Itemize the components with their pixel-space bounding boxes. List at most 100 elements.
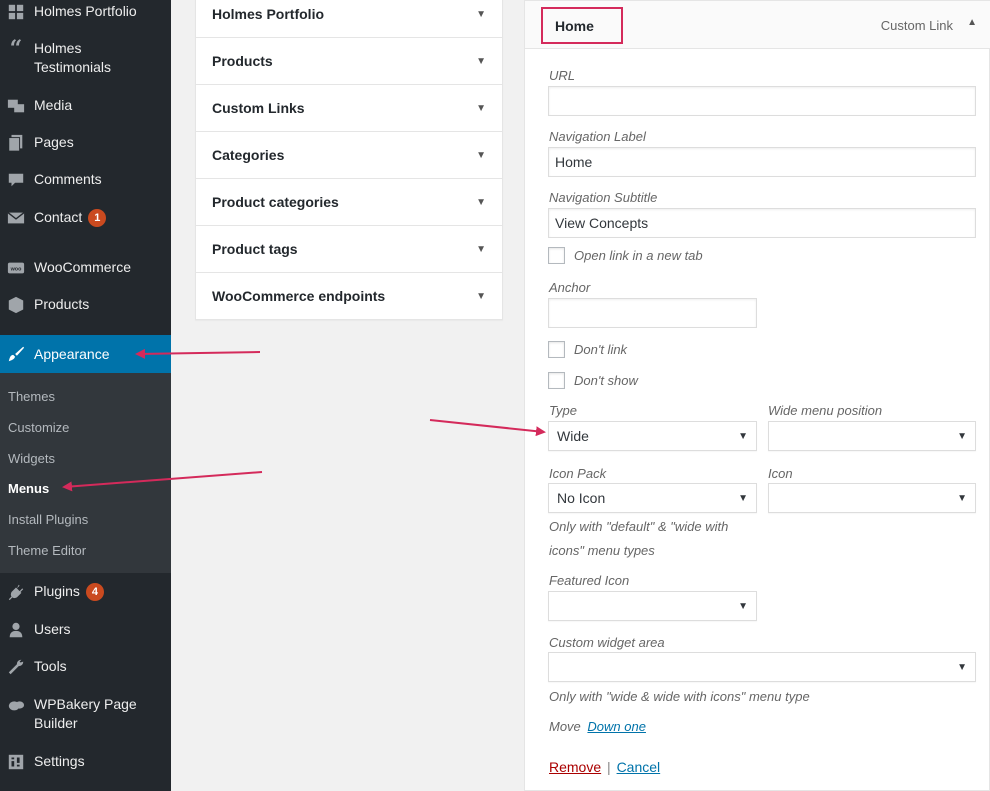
sidebar-item-wpbakery[interactable]: WPBakery Page Builder bbox=[0, 695, 171, 733]
menu-item-header[interactable]: Home Custom Link ▲ bbox=[525, 1, 990, 49]
navigation-label-input[interactable] bbox=[548, 147, 976, 177]
sidebar-item-appearance[interactable]: Appearance bbox=[0, 335, 171, 373]
sidebar-item-label: Holmes Testimonials bbox=[34, 40, 112, 75]
settings-icon bbox=[6, 752, 26, 772]
wide-menu-position-label: Wide menu position bbox=[768, 403, 883, 418]
sidebar-item-label: Contact 1 bbox=[34, 208, 107, 227]
chevron-down-icon: ▼ bbox=[476, 243, 486, 255]
svg-text:woo: woo bbox=[10, 266, 22, 272]
icon-pack-note: Only with "default" & "wide with icons" … bbox=[549, 515, 728, 563]
sidebar-item-label: Comments bbox=[34, 171, 102, 187]
submenu-menus[interactable]: Menus bbox=[8, 480, 49, 497]
chevron-down-icon: ▼ bbox=[476, 8, 486, 20]
sidebar-item-tools[interactable]: Tools bbox=[0, 657, 171, 677]
sidebar-item-label: Tools bbox=[34, 658, 67, 674]
custom-widget-area-select[interactable]: ▼ bbox=[548, 652, 976, 682]
wrench-icon bbox=[6, 657, 26, 677]
accordion-title: Products bbox=[212, 53, 273, 69]
chevron-down-icon: ▼ bbox=[476, 102, 486, 114]
cancel-link[interactable]: Cancel bbox=[617, 759, 661, 775]
dont-link-option[interactable]: Don't link bbox=[548, 341, 627, 358]
icon-pack-select[interactable]: No Icon ▼ bbox=[548, 483, 757, 513]
menu-item-type: Custom Link bbox=[880, 18, 953, 33]
accordion-title: Holmes Portfolio bbox=[212, 6, 325, 22]
sidebar-item-label: WooCommerce bbox=[34, 259, 131, 275]
chevron-down-icon: ▼ bbox=[738, 430, 748, 442]
woo-icon: woo bbox=[6, 258, 26, 278]
sidebar-item-contact[interactable]: Contact 1 bbox=[0, 208, 171, 228]
sidebar-item-plugins[interactable]: Plugins 4 bbox=[0, 582, 171, 602]
navigation-subtitle-input[interactable] bbox=[548, 208, 976, 238]
chevron-up-icon[interactable]: ▲ bbox=[967, 17, 977, 28]
type-select[interactable]: Wide ▼ bbox=[548, 421, 757, 451]
dont-show-option[interactable]: Don't show bbox=[548, 372, 638, 389]
sidebar-item-settings[interactable]: Settings bbox=[0, 752, 171, 772]
chevron-down-icon: ▼ bbox=[957, 661, 967, 673]
accordion-section-product-tags[interactable]: Product tags ▼ bbox=[196, 226, 502, 273]
dont-show-label: Don't show bbox=[574, 373, 638, 388]
sidebar-item-holmes-portfolio[interactable]: Holmes Portfolio bbox=[0, 2, 171, 22]
sidebar-item-label: Holmes Portfolio bbox=[34, 3, 137, 19]
quote-icon: “ bbox=[9, 35, 23, 62]
sidebar-item-label: Users bbox=[34, 621, 71, 637]
dont-link-checkbox[interactable] bbox=[548, 341, 565, 358]
navigation-subtitle-label: Navigation Subtitle bbox=[549, 190, 658, 205]
notification-badge: 1 bbox=[88, 209, 107, 227]
accordion-section-custom-links[interactable]: Custom Links ▼ bbox=[196, 85, 502, 132]
controls-separator: | bbox=[607, 759, 611, 775]
accordion-section-holmes-portfolio[interactable]: Holmes Portfolio ▼ bbox=[196, 0, 502, 38]
anchor-input[interactable] bbox=[548, 298, 757, 328]
open-new-tab-option[interactable]: Open link in a new tab bbox=[548, 247, 703, 264]
submenu-customize[interactable]: Customize bbox=[8, 419, 69, 436]
open-new-tab-checkbox[interactable] bbox=[548, 247, 565, 264]
chevron-down-icon: ▼ bbox=[476, 290, 486, 302]
brush-icon bbox=[6, 345, 26, 363]
icon-label: Icon bbox=[768, 466, 793, 481]
accordion-section-categories[interactable]: Categories ▼ bbox=[196, 132, 502, 179]
submenu-widgets[interactable]: Widgets bbox=[8, 450, 55, 467]
sidebar-item-products[interactable]: Products bbox=[0, 295, 171, 315]
featured-icon-select[interactable]: ▼ bbox=[548, 591, 757, 621]
chevron-down-icon: ▼ bbox=[476, 196, 486, 208]
sidebar-item-comments[interactable]: Comments bbox=[0, 170, 171, 190]
accordion-title: Product tags bbox=[212, 241, 298, 257]
chevron-down-icon: ▼ bbox=[738, 600, 748, 612]
move-row: Move Down one bbox=[549, 715, 646, 739]
submenu-install-plugins[interactable]: Install Plugins bbox=[8, 511, 88, 528]
icon-pack-label: Icon Pack bbox=[549, 466, 607, 481]
icon-pack-value: No Icon bbox=[557, 490, 606, 506]
chevron-down-icon: ▼ bbox=[476, 55, 486, 67]
sidebar-item-label: Appearance bbox=[34, 346, 110, 362]
box-icon bbox=[6, 295, 26, 315]
chevron-down-icon: ▼ bbox=[738, 492, 748, 504]
item-controls: Remove | Cancel bbox=[549, 759, 660, 775]
sidebar-item-holmes-testimonials[interactable]: “ Holmes Testimonials bbox=[0, 35, 171, 77]
url-input[interactable] bbox=[548, 86, 976, 116]
dont-show-checkbox[interactable] bbox=[548, 372, 565, 389]
accordion-section-woocommerce-endpoints[interactable]: WooCommerce endpoints ▼ bbox=[196, 273, 502, 319]
submenu-theme-editor[interactable]: Theme Editor bbox=[8, 542, 86, 559]
submenu-themes[interactable]: Themes bbox=[8, 388, 55, 405]
accordion-section-product-categories[interactable]: Product categories ▼ bbox=[196, 179, 502, 226]
mail-icon bbox=[6, 208, 26, 228]
sidebar-item-media[interactable]: Media bbox=[0, 96, 171, 116]
chevron-down-icon: ▼ bbox=[476, 149, 486, 161]
remove-link[interactable]: Remove bbox=[549, 759, 601, 775]
admin-sidebar: Holmes Portfolio “ Holmes Testimonials M… bbox=[0, 0, 171, 791]
users-icon bbox=[6, 620, 26, 640]
move-down-one-link[interactable]: Down one bbox=[587, 719, 646, 734]
sidebar-item-label: Pages bbox=[34, 134, 74, 150]
sidebar-item-woocommerce[interactable]: woo WooCommerce bbox=[0, 258, 171, 278]
accordion-title: WooCommerce endpoints bbox=[212, 288, 386, 304]
icon-select[interactable]: ▼ bbox=[768, 483, 976, 513]
custom-widget-area-label: Custom widget area bbox=[549, 635, 665, 650]
wide-menu-position-select[interactable]: ▼ bbox=[768, 421, 976, 451]
navigation-label-label: Navigation Label bbox=[549, 129, 646, 144]
sidebar-item-pages[interactable]: Pages bbox=[0, 133, 171, 153]
menu-item-settings-panel: Home Custom Link ▲ URL Navigation Label … bbox=[524, 0, 990, 791]
sidebar-item-users[interactable]: Users bbox=[0, 620, 171, 640]
accordion-section-products[interactable]: Products ▼ bbox=[196, 38, 502, 85]
chevron-down-icon: ▼ bbox=[957, 492, 967, 504]
grid-icon bbox=[6, 2, 26, 22]
cloud-icon bbox=[6, 695, 26, 715]
